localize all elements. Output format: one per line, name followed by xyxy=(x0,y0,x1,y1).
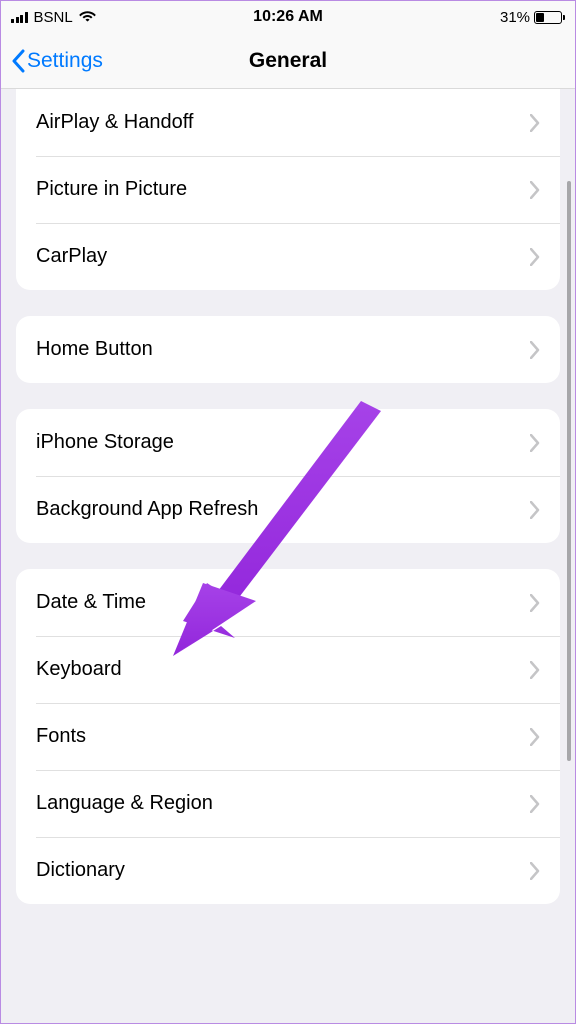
chevron-left-icon xyxy=(11,49,25,73)
chevron-right-icon xyxy=(530,661,540,679)
chevron-right-icon xyxy=(530,341,540,359)
row-keyboard[interactable]: Keyboard xyxy=(16,636,560,703)
time-label: 10:26 AM xyxy=(196,8,381,26)
row-label: CarPlay xyxy=(36,245,530,268)
chevron-right-icon xyxy=(530,248,540,266)
carrier-label: BSNL xyxy=(34,9,73,26)
row-label: Home Button xyxy=(36,338,530,361)
row-label: Date & Time xyxy=(36,591,530,614)
row-carplay[interactable]: CarPlay xyxy=(16,223,560,290)
settings-group: Date & Time Keyboard Fonts Language & Re… xyxy=(16,569,560,904)
content-scroll[interactable]: AirPlay & Handoff Picture in Picture Car… xyxy=(1,89,575,1023)
row-label: Keyboard xyxy=(36,658,530,681)
cell-signal-icon xyxy=(11,11,28,23)
row-label: Picture in Picture xyxy=(36,178,530,201)
row-label: Background App Refresh xyxy=(36,498,530,521)
wifi-icon xyxy=(79,9,96,26)
row-background-app-refresh[interactable]: Background App Refresh xyxy=(16,476,560,543)
chevron-right-icon xyxy=(530,434,540,452)
row-iphone-storage[interactable]: iPhone Storage xyxy=(16,409,560,476)
scrollbar-indicator xyxy=(567,181,571,761)
chevron-right-icon xyxy=(530,594,540,612)
back-button[interactable]: Settings xyxy=(11,49,103,73)
battery-icon xyxy=(534,11,565,24)
battery-percent: 31% xyxy=(500,9,530,26)
settings-group: iPhone Storage Background App Refresh xyxy=(16,409,560,543)
row-home-button[interactable]: Home Button xyxy=(16,316,560,383)
back-label: Settings xyxy=(27,49,103,73)
chevron-right-icon xyxy=(530,862,540,880)
row-label: Fonts xyxy=(36,725,530,748)
status-bar: BSNL 10:26 AM 31% xyxy=(1,1,575,33)
chevron-right-icon xyxy=(530,114,540,132)
nav-bar: Settings General xyxy=(1,33,575,89)
row-fonts[interactable]: Fonts xyxy=(16,703,560,770)
row-label: Dictionary xyxy=(36,859,530,882)
chevron-right-icon xyxy=(530,795,540,813)
chevron-right-icon xyxy=(530,501,540,519)
row-label: AirPlay & Handoff xyxy=(36,111,530,134)
row-airplay-handoff[interactable]: AirPlay & Handoff xyxy=(16,89,560,156)
row-picture-in-picture[interactable]: Picture in Picture xyxy=(16,156,560,223)
row-date-time[interactable]: Date & Time xyxy=(16,569,560,636)
chevron-right-icon xyxy=(530,181,540,199)
row-dictionary[interactable]: Dictionary xyxy=(16,837,560,904)
row-language-region[interactable]: Language & Region xyxy=(16,770,560,837)
settings-group: Home Button xyxy=(16,316,560,383)
row-label: iPhone Storage xyxy=(36,431,530,454)
settings-group: AirPlay & Handoff Picture in Picture Car… xyxy=(16,89,560,290)
chevron-right-icon xyxy=(530,728,540,746)
row-label: Language & Region xyxy=(36,792,530,815)
